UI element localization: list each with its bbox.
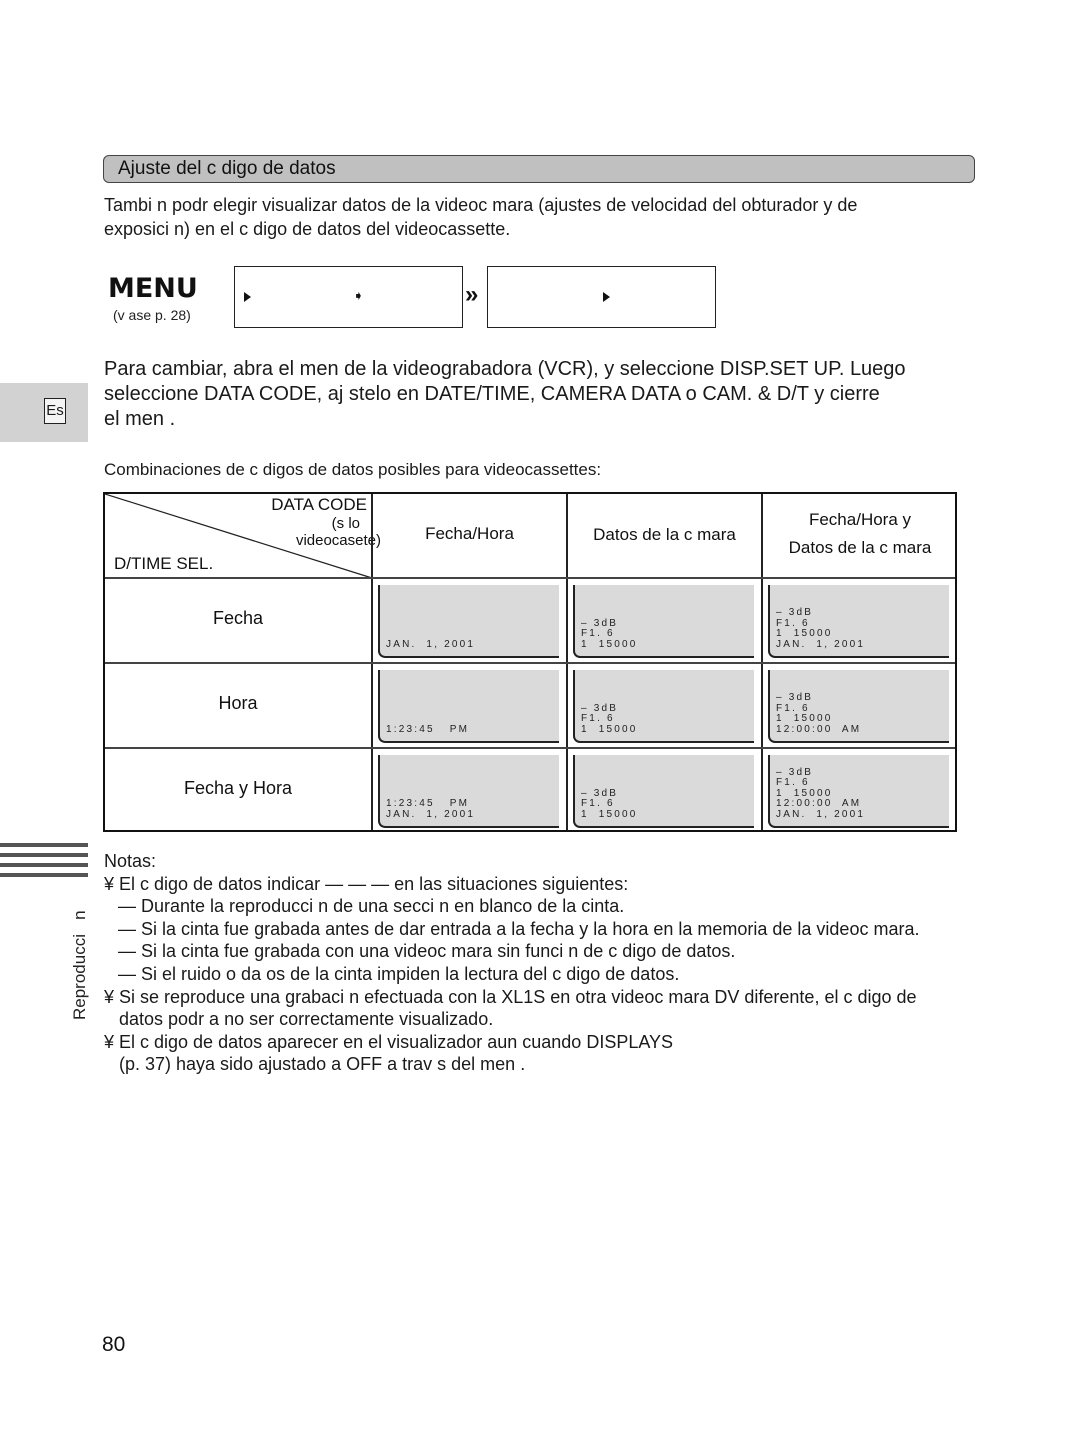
screen-text: JAN. 1, 2001 [386, 638, 476, 650]
screen-text: – 3dB F1. 6 1 15000 12:00:00 AM JAN. 1, … [776, 766, 866, 820]
instructions-line: el men . [104, 408, 176, 430]
screen-text: – 3dB F1. 6 1 15000 [581, 787, 638, 820]
intro-line: exposici n) en el c digo de datos del vi… [104, 219, 511, 239]
column-header-both-line1: Fecha/Hora y [808, 510, 912, 529]
screen-text: 1:23:45 PM [386, 723, 470, 735]
side-rule [0, 873, 88, 877]
display-screen: – 3dB F1. 6 1 15000 [573, 670, 754, 743]
chapter-label: Reproducci n [70, 910, 89, 1020]
corner-dtime-sel: D/TIME SEL. [114, 554, 214, 573]
note-bullet: ¥ El c digo de datos indicar — — — en la… [104, 873, 629, 894]
side-rule [0, 843, 88, 847]
side-rule [0, 853, 88, 857]
page-number: 80 [102, 1333, 126, 1356]
display-screen: 1:23:45 PM JAN. 1, 2001 [378, 755, 559, 828]
row-label-date: Fecha [212, 608, 264, 628]
notes-title: Notas: [104, 851, 157, 871]
display-screen: – 3dB F1. 6 1 15000 [573, 755, 754, 828]
language-tab: Es [0, 383, 88, 442]
screen-text: – 3dB F1. 6 1 15000 [581, 617, 638, 650]
note-bullet: ¥ El c digo de datos aparecer en el visu… [104, 1031, 674, 1052]
display-screen: JAN. 1, 2001 [378, 585, 559, 658]
column-header-camera-data: Datos de la c mara [593, 525, 736, 544]
side-rule [0, 863, 88, 867]
instructions-paragraph: Para cambiar, abra el men de la videogra… [104, 357, 1024, 432]
double-chevron-icon: » [465, 281, 479, 308]
intro-line: Tambi n podr elegir visualizar datos de … [104, 195, 858, 215]
row-label-date-and-time: Fecha y Hora [183, 778, 293, 798]
instructions-line: Para cambiar, abra el men de la videogra… [104, 358, 906, 380]
display-screen: – 3dB F1. 6 1 15000 12:00:00 AM JAN. 1, … [768, 755, 949, 828]
instructions-line: seleccione DATA CODE, aj stelo en DATE/T… [104, 383, 880, 405]
column-header-date-time: Fecha/Hora [425, 524, 514, 543]
arrow-right-icon: ➧ [353, 288, 364, 303]
language-code: Es [44, 398, 66, 424]
note-continuation: datos podr a no ser correctamente visual… [119, 1009, 494, 1030]
section-header: Ajuste del c digo de datos [103, 155, 975, 183]
column-header-both-line2: Datos de la c mara [788, 538, 932, 557]
row-label-time: Hora [218, 693, 258, 713]
menu-step-box-1: ➧ [234, 266, 463, 328]
row-divider [105, 747, 955, 749]
screen-text: – 3dB F1. 6 1 15000 [581, 702, 638, 735]
display-screen: – 3dB F1. 6 1 15000 [573, 585, 754, 658]
menu-step-box-2 [487, 266, 716, 328]
table-caption: Combinaciones de c digos de datos posibl… [104, 460, 602, 479]
corner-videocassette-label: videocasete) [295, 532, 381, 549]
notes-section: Notas: ¥ El c digo de datos indicar — — … [104, 850, 1044, 1076]
note-sub-item: — Si la cinta fue grabada con una videoc… [118, 941, 736, 962]
menu-logo: MENU [108, 273, 198, 304]
note-sub-item: — Durante la reproducci n de una secci n… [118, 896, 625, 917]
screen-text: 1:23:45 PM JAN. 1, 2001 [386, 798, 476, 820]
display-screen: – 3dB F1. 6 1 15000 JAN. 1, 2001 [768, 585, 949, 658]
display-screen: 1:23:45 PM [378, 670, 559, 743]
corner-only-label: (s lo [331, 515, 360, 532]
row-divider [105, 577, 955, 579]
triangle-right-icon [603, 292, 610, 302]
note-continuation: (p. 37) haya sido ajustado a OFF a trav … [119, 1054, 526, 1075]
triangle-right-icon [244, 292, 251, 302]
intro-paragraph: Tambi n podr elegir visualizar datos de … [104, 193, 984, 241]
corner-data-code: DATA CODE [271, 495, 367, 514]
menu-page-reference: (v ase p. 28) [113, 307, 191, 323]
note-bullet: ¥ Si se reproduce una grabaci n efectuad… [104, 986, 917, 1007]
note-sub-item: — Si la cinta fue grabada antes de dar e… [118, 918, 920, 939]
screen-text: – 3dB F1. 6 1 15000 12:00:00 AM [776, 692, 862, 735]
data-code-table: DATA CODE (s lo videocasete) D/TIME SEL.… [103, 492, 957, 832]
row-divider [105, 662, 955, 664]
screen-text: – 3dB F1. 6 1 15000 JAN. 1, 2001 [776, 607, 866, 650]
note-sub-item: — Si el ruido o da os de la cinta impide… [118, 963, 680, 984]
section-title: Ajuste del c digo de datos [118, 158, 336, 179]
display-screen: – 3dB F1. 6 1 15000 12:00:00 AM [768, 670, 949, 743]
